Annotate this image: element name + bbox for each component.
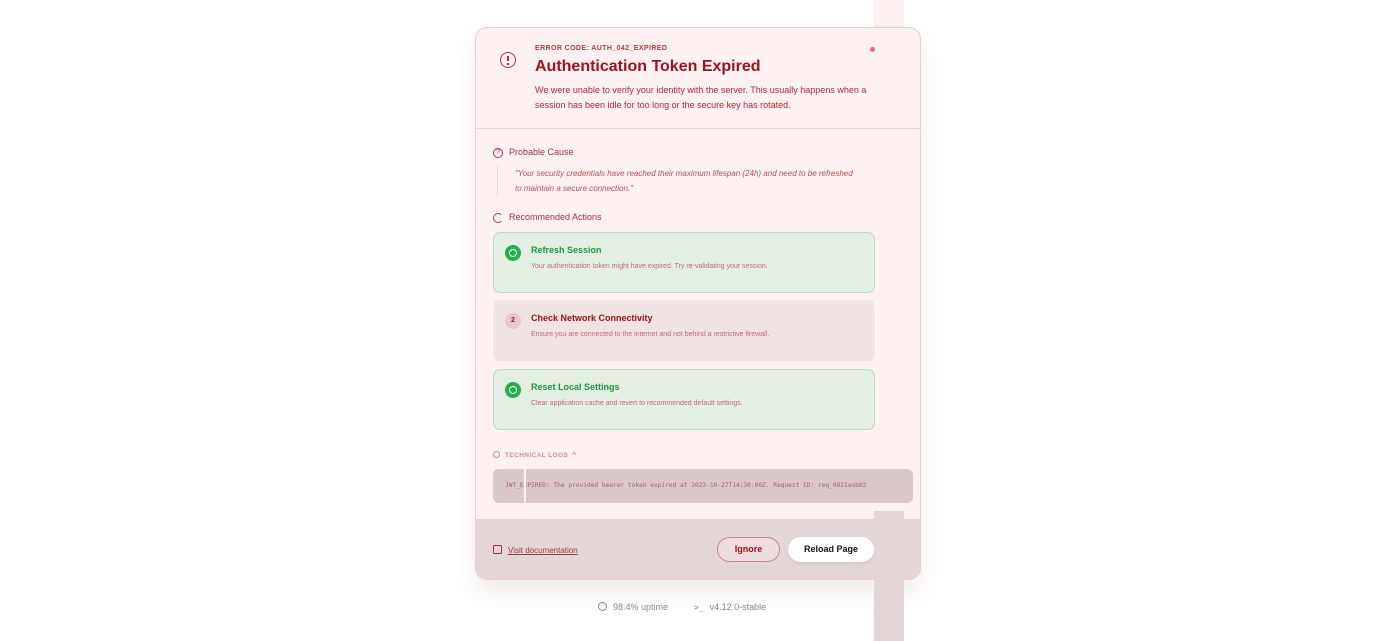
step-number-badge: 2: [505, 313, 521, 329]
external-link-icon: [493, 545, 502, 554]
action-title: Refresh Session: [531, 245, 602, 255]
action-refresh-session[interactable]: Refresh Session Your authentication toke…: [493, 232, 875, 293]
visit-documentation-label: Visit documentation: [508, 546, 578, 555]
check-circle-icon: [505, 245, 521, 261]
action-description: Clear application cache and revert to re…: [531, 400, 743, 407]
page-stage: ERROR CODE: AUTH_042_EXPIRED Authenticat…: [0, 0, 1396, 641]
technical-logs-text: JWT_EXPIRED: The provided bearer token e…: [505, 482, 867, 489]
action-title: Reset Local Settings: [531, 382, 620, 392]
error-title: Authentication Token Expired: [535, 58, 761, 75]
error-card: ERROR CODE: AUTH_042_EXPIRED Authenticat…: [475, 27, 921, 580]
terminal-icon: >_: [694, 603, 704, 612]
technical-logs-label: TECHNICAL LOGS: [505, 452, 569, 459]
status-dot-icon: [870, 47, 875, 52]
logs-divider: [524, 469, 526, 503]
visit-documentation-link[interactable]: Visit documentation: [493, 545, 578, 555]
scroll-rail-bottom: [874, 511, 904, 641]
recommended-actions-label: Recommended Actions: [509, 212, 602, 222]
version-status: >_ v4.12.0-stable: [694, 602, 766, 612]
alert-circle-icon: [500, 52, 516, 68]
technical-logs-toggle[interactable]: TECHNICAL LOGS ^: [493, 451, 577, 459]
action-description: Your authentication token might have exp…: [531, 263, 768, 270]
action-check-network[interactable]: 2 Check Network Connectivity Ensure you …: [493, 300, 875, 361]
uptime-status: 98.4% uptime: [598, 602, 668, 612]
technical-logs-box: JWT_EXPIRED: The provided bearer token e…: [493, 469, 913, 503]
probable-cause-label: Probable Cause: [509, 147, 574, 157]
error-header: ERROR CODE: AUTH_042_EXPIRED Authenticat…: [476, 28, 920, 129]
info-circle-icon: [493, 451, 500, 458]
probable-cause-quote: "Your security credentials have reached …: [497, 166, 857, 196]
action-title: Check Network Connectivity: [531, 313, 653, 323]
card-footer: Visit documentation Ignore Reload Page: [476, 519, 920, 579]
chevron-up-icon: ^: [572, 452, 577, 459]
error-code: ERROR CODE: AUTH_042_EXPIRED: [535, 45, 668, 52]
action-description: Ensure you are connected to the internet…: [531, 331, 770, 338]
check-circle-icon: [505, 382, 521, 398]
error-description: We were unable to verify your identity w…: [535, 85, 867, 110]
ignore-button[interactable]: Ignore: [717, 537, 780, 562]
action-reset-local-settings[interactable]: Reset Local Settings Clear application c…: [493, 369, 875, 430]
reload-page-button[interactable]: Reload Page: [788, 537, 874, 562]
uptime-text: 98.4% uptime: [613, 602, 669, 612]
question-circle-icon: ?: [493, 148, 503, 158]
check-circle-icon: [598, 602, 607, 611]
version-text: v4.12.0-stable: [709, 602, 767, 612]
refresh-icon: [493, 213, 503, 223]
